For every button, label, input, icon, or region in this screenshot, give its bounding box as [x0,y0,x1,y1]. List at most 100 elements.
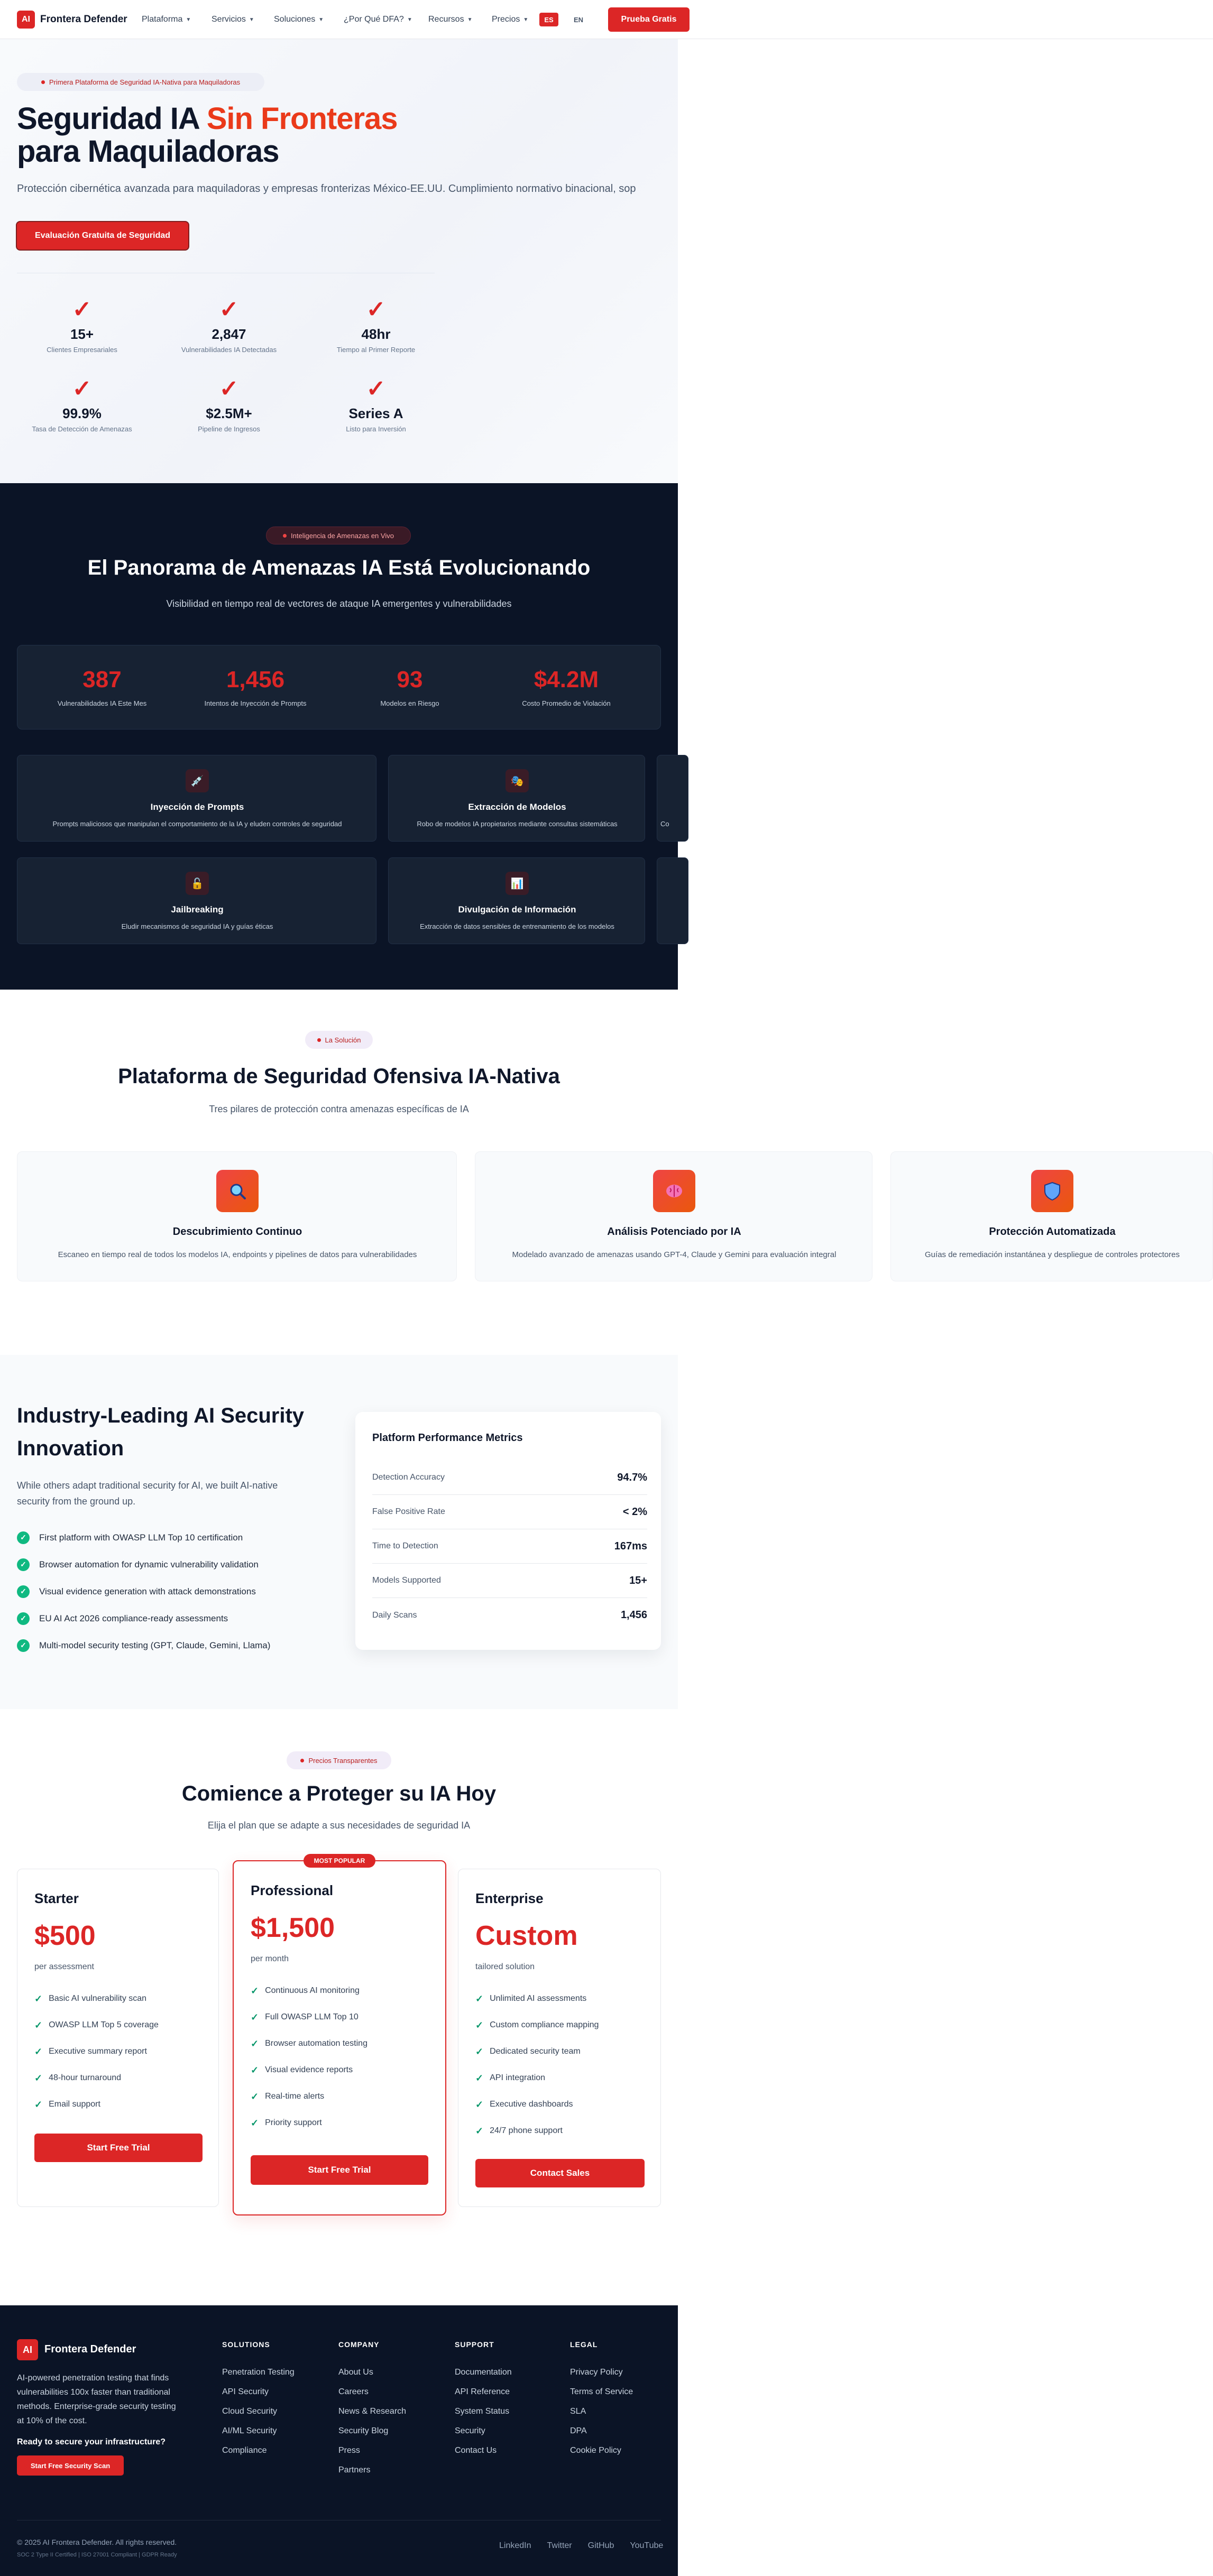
threat-badge: Inteligencia de Amenazas en Vivo [266,527,411,544]
nav-item-soluciones[interactable]: Soluciones ▼ [274,15,324,24]
pricing-subtitle: Elija el plan que se adapte a sus necesi… [207,1820,471,1831]
check-icon: ✓ [72,376,92,402]
feature-item: ✓ Multi-model security testing (GPT, Clau… [17,1632,270,1659]
nav-item-recursos[interactable]: Recursos ▼ [428,15,472,24]
footer-brand[interactable]: Frontera Defender [44,2343,136,2356]
plan-feature-list: ✓ Basic AI vulnerability scan ✓ OWASP LLM … [34,1986,159,2118]
check-icon: ✓ [34,2046,43,2057]
unlock-icon: 🔓 [186,872,209,895]
footer-link[interactable]: Contact Us [455,2441,512,2460]
youtube-link[interactable]: YouTube [630,2541,663,2551]
footer-link[interactable]: News & Research [338,2402,406,2421]
dot-icon [317,1038,321,1042]
plan-feature: ✓ Dedicated security team [475,2046,581,2057]
footer-link[interactable]: Security Blog [338,2421,406,2441]
threat-stat: 93 Modelos en Riesgo [380,667,439,707]
free-scan-button[interactable]: Start Free Security Scan [17,2455,124,2476]
plan-feature: ✓ Email support [34,2099,100,2110]
logo-icon[interactable]: AI [17,11,35,29]
solution-badge: La Solución [305,1031,373,1049]
footer-link[interactable]: Compliance [222,2441,295,2460]
footer-column-solutions: SOLUTIONS Penetration Testing API Securi… [222,2340,295,2460]
nav-item-servicios[interactable]: Servicios ▼ [212,15,254,24]
threat-subtitle: Visibilidad en tiempo real de vectores d… [166,598,512,609]
lang-en-button[interactable]: EN [569,13,588,26]
nav-item-precios[interactable]: Precios ▼ [492,15,528,24]
footer-link[interactable]: API Security [222,2382,295,2402]
threat-card[interactable]: 💉 Inyección de Prompts Prompts malicioso… [17,755,376,842]
free-assessment-button[interactable]: Evaluación Gratuita de Seguridad [17,222,188,250]
hero-stat: ✓ 15+ Clientes Empresariales [16,296,148,354]
brand-name[interactable]: Frontera Defender [40,14,127,25]
metric-row: Models Supported 15+ [372,1564,647,1598]
solution-card: Análisis Potenciado por IA Modelado avan… [475,1151,872,1281]
footer-link[interactable]: Careers [338,2382,406,2402]
live-dot-icon [283,533,287,538]
footer-link[interactable]: API Reference [455,2382,512,2402]
footer-link[interactable]: Privacy Policy [570,2362,633,2382]
footer-link[interactable]: Cookie Policy [570,2441,633,2460]
check-circle-icon: ✓ [17,1612,30,1625]
threat-card[interactable]: 🎭 Extracción de Modelos Robo de modelos … [388,755,645,842]
social-links: LinkedIn Twitter GitHub YouTube [499,2541,663,2551]
footer-link[interactable]: SLA [570,2402,633,2421]
footer-link[interactable]: Terms of Service [570,2382,633,2402]
nav-item-por-que[interactable]: ¿Por Qué DFA? ▼ [344,15,412,24]
plan-feature-list: ✓ Unlimited AI assessments ✓ Custom compli… [475,1986,599,2144]
feature-item: ✓ Browser automation for dynamic vulnerab… [17,1551,270,1578]
footer-link[interactable]: Penetration Testing [222,2362,295,2382]
footer-link[interactable]: Documentation [455,2362,512,2382]
linkedin-link[interactable]: LinkedIn [499,2541,531,2551]
innovation-section: Industry-Leading AI Security Innovation … [0,1355,678,1709]
threat-card[interactable]: 🔓 Jailbreaking Eludir mecanismos de segu… [17,857,376,944]
footer-column-company: COMPANY About Us Careers News & Research… [338,2340,406,2480]
check-circle-icon: ✓ [17,1639,30,1652]
plan-feature: ✓ Continuous AI monitoring [251,1985,360,1996]
free-trial-button[interactable]: Prueba Gratis [608,7,690,32]
start-trial-button[interactable]: Start Free Trial [34,2134,203,2162]
feature-item: ✓ First platform with OWASP LLM Top 10 ce… [17,1524,270,1551]
twitter-link[interactable]: Twitter [547,2541,572,2551]
footer-logo-icon[interactable]: AI [17,2339,38,2360]
lang-es-button[interactable]: ES [539,13,558,26]
plan-card-enterprise: Enterprise Custom tailored solution ✓ Unl… [458,1869,661,2207]
start-trial-button[interactable]: Start Free Trial [251,2155,428,2185]
plan-feature: ✓ OWASP LLM Top 5 coverage [34,2019,159,2030]
metric-row: Daily Scans 1,456 [372,1609,647,1621]
footer-link[interactable]: AI/ML Security [222,2421,295,2441]
check-icon: ✓ [475,2019,484,2030]
footer-link[interactable]: Partners [338,2460,406,2480]
footer-link[interactable]: Security [455,2421,512,2441]
threat-stat: 387 Vulnerabilidades IA Este Mes [57,667,147,707]
pulse-dot-icon [41,80,45,84]
threat-card-partial[interactable] [657,857,688,944]
metrics-title: Platform Performance Metrics [372,1432,523,1444]
chevron-down-icon: ▼ [467,16,473,23]
solution-card: Descubrimiento Continuo Escaneo en tiemp… [17,1151,457,1281]
threat-card[interactable]: 📊 Divulgación de Información Extracción … [388,857,645,944]
plan-card-starter: Starter $500 per assessment ✓ Basic AI vu… [17,1869,219,2207]
pricing-title: Comience a Proteger su IA Hoy [181,1782,497,1805]
plan-feature: ✓ 24/7 phone support [475,2125,563,2136]
search-icon [216,1170,259,1212]
footer-link[interactable]: Press [338,2441,406,2460]
footer-column-legal: LEGAL Privacy Policy Terms of Service SL… [570,2340,633,2460]
check-icon: ✓ [251,2064,259,2075]
contact-sales-button[interactable]: Contact Sales [475,2159,645,2187]
plan-feature: ✓ Unlimited AI assessments [475,1993,587,2004]
innovation-title: Industry-Leading AI Security Innovation [17,1404,305,1460]
mask-icon: 🎭 [506,769,529,792]
threat-card-partial[interactable]: Co [657,755,688,842]
solution-subtitle: Tres pilares de protección contra amenaz… [209,1104,469,1114]
footer-link[interactable]: System Status [455,2402,512,2421]
footer-link[interactable]: About Us [338,2362,406,2382]
hero-subtitle: Protección cibernética avanzada para maq… [17,183,636,195]
most-popular-badge: MOST POPULAR [304,1854,375,1868]
check-icon: ✓ [475,2099,484,2110]
certifications: SOC 2 Type II Certified | ISO 27001 Comp… [17,2552,177,2558]
nav-item-plataforma[interactable]: Plataforma ▼ [142,15,191,24]
github-link[interactable]: GitHub [588,2541,614,2551]
check-icon: ✓ [251,2117,259,2128]
footer-link[interactable]: Cloud Security [222,2402,295,2421]
footer-link[interactable]: DPA [570,2421,633,2441]
